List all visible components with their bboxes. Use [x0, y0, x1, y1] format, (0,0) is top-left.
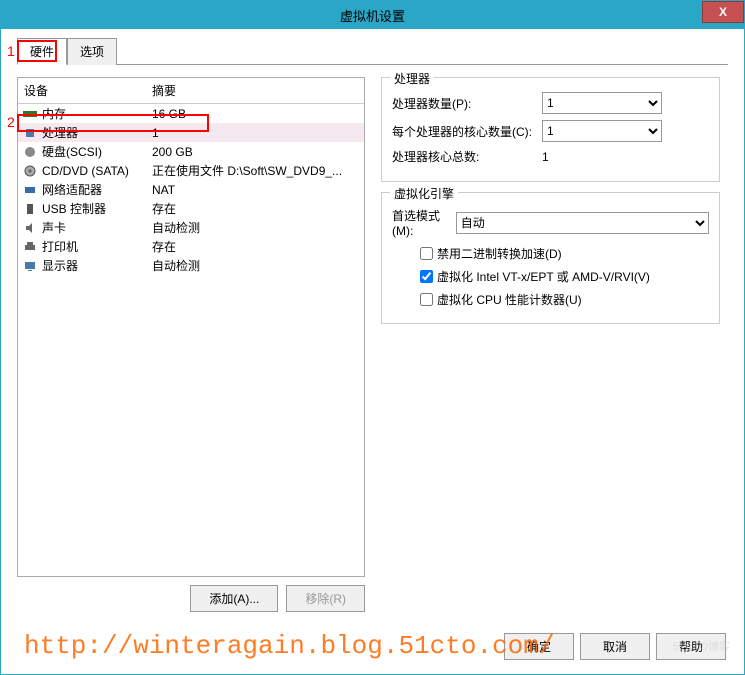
device-row-disk[interactable]: 硬盘(SCSI) 200 GB [18, 142, 364, 161]
disable-binary-row: 禁用二进制转换加速(D) [392, 244, 709, 263]
sound-icon [22, 220, 38, 236]
virt-legend: 虚拟化引擎 [390, 185, 458, 202]
add-button[interactable]: 添加(A)... [190, 585, 278, 612]
processor-fieldset: 处理器 处理器数量(P): 1 每个处理器的核心数量(C): 1 处理器核心总数… [381, 77, 720, 182]
right-panel: 处理器 处理器数量(P): 1 每个处理器的核心数量(C): 1 处理器核心总数… [381, 77, 728, 612]
close-button[interactable]: X [702, 1, 744, 23]
header-device[interactable]: 设备 [18, 82, 148, 99]
pref-mode-label: 首选模式(M): [392, 207, 456, 238]
disable-binary-checkbox[interactable] [420, 247, 433, 260]
cores-select[interactable]: 1 [542, 120, 662, 142]
remove-button[interactable]: 移除(R) [286, 585, 365, 612]
usb-icon [22, 201, 38, 217]
window-title: 虚拟机设置 [340, 6, 405, 25]
memory-icon [22, 106, 38, 122]
device-row-network[interactable]: 网络适配器 NAT [18, 180, 364, 199]
printer-icon [22, 239, 38, 255]
vtx-row: 虚拟化 Intel VT-x/EPT 或 AMD-V/RVI(V) [392, 267, 709, 286]
list-header: 设备 摘要 [18, 78, 364, 104]
left-panel: 设备 摘要 2 内存 16 GB 处理器 1 [17, 77, 365, 612]
disable-binary-label: 禁用二进制转换加速(D) [437, 245, 562, 262]
proc-count-select[interactable]: 1 [542, 92, 662, 114]
device-row-processor[interactable]: 处理器 1 [18, 123, 364, 142]
cancel-button[interactable]: 取消 [580, 633, 650, 660]
proc-count-label: 处理器数量(P): [392, 95, 542, 112]
cpu-counters-checkbox[interactable] [420, 293, 433, 306]
device-row-sound[interactable]: 声卡 自动检测 [18, 218, 364, 237]
main-area: 设备 摘要 2 内存 16 GB 处理器 1 [17, 65, 728, 612]
vm-settings-window: 虚拟机设置 X 1 硬件 选项 设备 摘要 2 [0, 0, 745, 675]
left-buttons: 添加(A)... 移除(R) [17, 585, 365, 612]
display-icon [22, 258, 38, 274]
tab-options[interactable]: 选项 [67, 38, 117, 65]
vtx-label: 虚拟化 Intel VT-x/EPT 或 AMD-V/RVI(V) [437, 268, 650, 285]
annotation-2: 2 [7, 114, 15, 130]
vtx-checkbox[interactable] [420, 270, 433, 283]
titlebar: 虚拟机设置 X [1, 1, 744, 29]
device-row-display[interactable]: 显示器 自动检测 [18, 256, 364, 275]
cpu-icon [22, 125, 38, 141]
network-icon [22, 182, 38, 198]
pref-mode-select[interactable]: 自动 [456, 212, 709, 234]
device-row-cdrom[interactable]: CD/DVD (SATA) 正在使用文件 D:\Soft\SW_DVD9_... [18, 161, 364, 180]
tab-strip: 硬件 选项 [17, 37, 728, 65]
close-icon: X [719, 5, 727, 19]
device-list[interactable]: 设备 摘要 2 内存 16 GB 处理器 1 [17, 77, 365, 577]
header-summary[interactable]: 摘要 [148, 82, 364, 99]
device-row-printer[interactable]: 打印机 存在 [18, 237, 364, 256]
cpu-counters-label: 虚拟化 CPU 性能计数器(U) [437, 291, 582, 308]
device-row-usb[interactable]: USB 控制器 存在 [18, 199, 364, 218]
tab-hardware[interactable]: 硬件 [17, 38, 67, 65]
content-area: 1 硬件 选项 设备 摘要 2 内存 16 GB [1, 29, 744, 628]
small-watermark: 51CTO博客 [673, 638, 730, 654]
ok-button[interactable]: 确定 [504, 633, 574, 660]
annotation-1: 1 [7, 43, 15, 59]
cores-label: 每个处理器的核心数量(C): [392, 123, 542, 140]
cpu-counters-row: 虚拟化 CPU 性能计数器(U) [392, 290, 709, 309]
total-label: 处理器核心总数: [392, 148, 542, 165]
processor-legend: 处理器 [390, 70, 434, 87]
cd-icon [22, 163, 38, 179]
disk-icon [22, 144, 38, 160]
device-row-memory[interactable]: 内存 16 GB [18, 104, 364, 123]
virt-engine-fieldset: 虚拟化引擎 首选模式(M): 自动 禁用二进制转换加速(D) 3 虚拟化 [381, 192, 720, 324]
total-value: 1 [542, 150, 709, 164]
